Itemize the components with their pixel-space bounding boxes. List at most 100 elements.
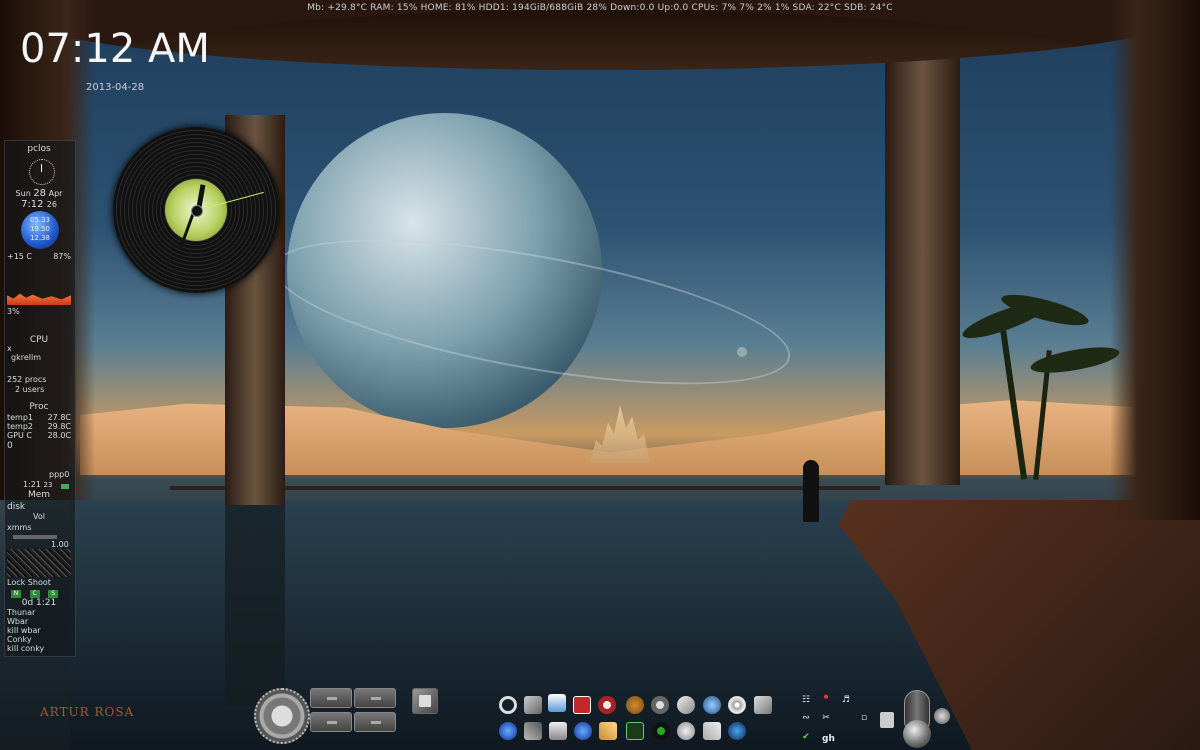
- gkrellm-procs: 252 procs: [7, 375, 47, 384]
- desktop-clock-time: 07:12 AM: [20, 26, 210, 72]
- wireless-icon[interactable]: ∾: [800, 712, 812, 724]
- gkrellm-net-seconds: 23: [43, 481, 53, 489]
- gkrellm-app-name: gkrellm: [11, 353, 41, 362]
- media-player-icon[interactable]: [652, 722, 670, 740]
- vinyl-clock-widget: [113, 127, 279, 293]
- wallpaper-pillar-right: [885, 55, 960, 485]
- gkrellm-xmms-label[interactable]: xmms: [7, 523, 71, 532]
- bin-icon[interactable]: [880, 712, 894, 728]
- network-tool-icon[interactable]: [703, 722, 721, 740]
- system-monitor-icon[interactable]: [626, 722, 644, 740]
- workspace-button-3[interactable]: [310, 712, 352, 732]
- scissors-icon[interactable]: ✂: [820, 712, 832, 724]
- sensor-row: temp1 27.8C: [7, 413, 71, 422]
- gkrellm-uptime: 0d 1:21: [21, 598, 57, 608]
- capslock-led: C: [29, 590, 40, 598]
- launcher-conky[interactable]: Conky: [7, 635, 71, 644]
- globe-time-1: 05.33: [29, 216, 51, 224]
- cpu-graph: [7, 293, 71, 305]
- document-icon[interactable]: [548, 694, 566, 712]
- gkrellm-cpu-percent: 3%: [7, 307, 20, 316]
- launcher-wbar[interactable]: Wbar: [7, 617, 71, 626]
- launcher-kill-conky[interactable]: kill conky: [7, 644, 71, 653]
- launcher-kill-wbar[interactable]: kill wbar: [7, 626, 71, 635]
- globe-time-2: 19.50: [29, 225, 51, 233]
- gkrellm-time: 7:12 26: [7, 199, 71, 210]
- midnight-commander-icon[interactable]: [728, 722, 746, 740]
- globe-icon[interactable]: [703, 696, 721, 714]
- wallpaper-water: [70, 500, 970, 750]
- checkmark-icon[interactable]: ✔: [800, 731, 812, 743]
- gkrellm-net-time-hm: 1:21: [23, 480, 41, 489]
- gkrellm-disk-label: disk: [7, 502, 26, 512]
- pdf-icon[interactable]: [573, 696, 591, 714]
- small-square-icon[interactable]: ▫: [858, 712, 870, 724]
- trash-icon[interactable]: [549, 722, 567, 740]
- gkrellm-weather: +15 C 87%: [7, 252, 71, 261]
- conky-system-stats: Mb: +29.8°C RAM: 15% HOME: 81% HDD1: 194…: [307, 3, 893, 13]
- wallpaper-palm-frond: [1028, 342, 1122, 378]
- analog-clock-icon: [29, 159, 55, 185]
- brush-icon[interactable]: [599, 722, 617, 740]
- launcher-thunar[interactable]: Thunar: [7, 608, 71, 617]
- pclinuxos-icon-2[interactable]: [574, 722, 592, 740]
- gimp-icon[interactable]: [626, 696, 644, 714]
- workspace-button-4[interactable]: [354, 712, 396, 732]
- sensor-value: 28.0C: [47, 431, 71, 440]
- cube-icon[interactable]: [412, 688, 438, 714]
- mem-indicator: [61, 484, 69, 489]
- xmms-slider[interactable]: [13, 535, 57, 539]
- feather-icon[interactable]: [677, 696, 695, 714]
- gkrellm-month: Apr: [48, 189, 63, 198]
- desktop: Mb: +29.8°C RAM: 15% HOME: 81% HDD1: 194…: [0, 0, 1200, 750]
- swirl-icon[interactable]: [677, 722, 695, 740]
- wallpaper-signature: ARTUR ROSA: [40, 705, 135, 719]
- sensor-value: 29.8C: [47, 422, 71, 431]
- settings-icon[interactable]: [651, 696, 669, 714]
- gkrellm-mem-label: Mem: [27, 490, 51, 500]
- workspace-button-2[interactable]: [354, 688, 396, 708]
- wallpaper-city: [590, 405, 650, 463]
- package-icon[interactable]: [524, 696, 542, 714]
- wallpaper-pillar-reflection: [225, 505, 285, 705]
- wrench-icon[interactable]: [524, 722, 542, 740]
- gkrellm-temperature: +15 C: [7, 252, 33, 261]
- gkrellm-date-num: 28: [33, 188, 47, 199]
- globe-time-3: 12.38: [29, 234, 51, 242]
- disc-icon[interactable]: [728, 696, 746, 714]
- small-ball-icon[interactable]: [934, 708, 950, 724]
- gkrellm-humidity: 87%: [53, 252, 71, 261]
- world-clock-globe-icon[interactable]: 05.33 19.50 12.38: [21, 211, 59, 249]
- trackball-icon[interactable]: [903, 720, 931, 748]
- sensor-row: temp2 29.8C: [7, 422, 71, 431]
- lock-button[interactable]: Lock: [7, 578, 25, 587]
- sensor-name: temp1: [7, 413, 34, 422]
- sensor-name: GPU C: [7, 431, 33, 440]
- sensor-value: 27.8C: [47, 413, 71, 422]
- gkrellm-net-name: ppp0: [49, 470, 70, 479]
- skull-icon[interactable]: [598, 696, 616, 714]
- shoot-button[interactable]: Shoot: [28, 578, 51, 587]
- gkrellm-xmms-value: 1.00: [51, 540, 69, 549]
- gkrellm-close-button[interactable]: x: [7, 344, 71, 353]
- gkrellm-time-hm: 7:12: [21, 199, 44, 210]
- power-icon[interactable]: [499, 696, 517, 714]
- gkrellm-visualizer: [7, 549, 71, 577]
- workspace-button-1[interactable]: [310, 688, 352, 708]
- pclinuxos-icon[interactable]: [499, 722, 517, 740]
- network-icon[interactable]: ☷: [800, 694, 812, 706]
- wallpaper-cave-right: [1110, 0, 1200, 520]
- tray-label[interactable]: gh: [822, 734, 835, 744]
- volume-icon[interactable]: ♬: [840, 694, 852, 706]
- gkrellm-lock-shoot: Lock Shoot: [7, 578, 71, 587]
- gkrellm-vol-label[interactable]: Vol: [7, 512, 71, 521]
- gkrellm-panel[interactable]: pclos Sun 28 Apr 7:12 26 05.33 19.50 12.…: [4, 140, 76, 657]
- gkrellm-time-seconds: 26: [46, 200, 57, 209]
- gkrellm-day: Sun: [15, 189, 31, 198]
- tools-icon[interactable]: [754, 696, 772, 714]
- clock-center-cap: [191, 205, 203, 217]
- wallpaper-figure: [803, 460, 819, 522]
- desktop-clock-date: 2013-04-28: [86, 82, 145, 93]
- gear-icon[interactable]: [254, 688, 310, 744]
- thermometer-icon[interactable]: ⚫: [820, 692, 832, 704]
